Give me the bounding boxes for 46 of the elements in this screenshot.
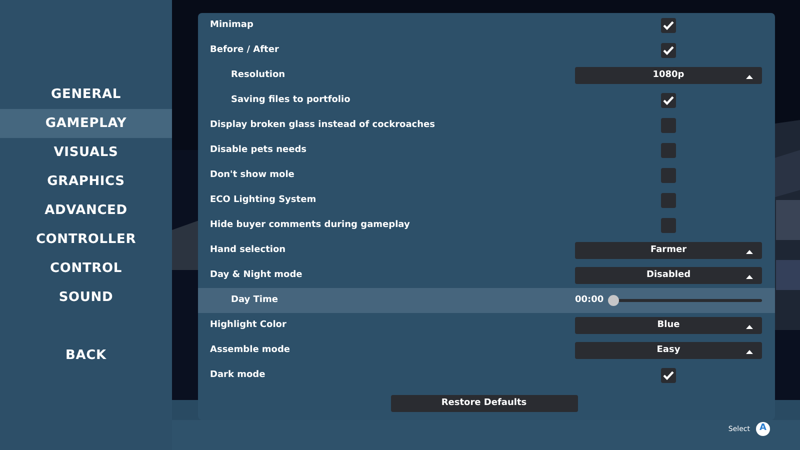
checkbox[interactable] [661, 193, 676, 208]
setting-label: Assemble mode [209, 344, 290, 357]
checkbox[interactable] [661, 143, 676, 158]
checkbox[interactable] [661, 368, 676, 383]
menu-tab[interactable]: SOUND [0, 283, 172, 312]
setting-label: Resolution [230, 68, 286, 82]
dropdown[interactable]: 1080p [575, 67, 762, 84]
setting-label: Disable pets needs [209, 144, 307, 157]
checkbox[interactable] [661, 118, 676, 133]
setting-label: Before / After [209, 44, 279, 57]
menu-tab[interactable]: GENERAL [0, 80, 172, 109]
restore-defaults-button[interactable]: Restore Defaults [390, 395, 578, 412]
dropdown[interactable]: Easy [575, 342, 762, 359]
caret-icon [746, 75, 753, 79]
slider-thumb[interactable] [608, 295, 619, 306]
dropdown[interactable]: Blue [575, 317, 762, 334]
setting-label: Saving files to portfolio [230, 94, 350, 107]
setting-label: Hide buyer comments during gameplay [209, 218, 410, 232]
back-button[interactable]: BACK [0, 341, 172, 370]
dropdown[interactable]: Disabled [575, 267, 762, 284]
dropdown[interactable]: Farmer [575, 242, 762, 259]
checkbox[interactable] [661, 18, 676, 33]
setting-label: Minimap [209, 18, 254, 32]
setting-label: Highlight Color [209, 318, 286, 332]
time-value: 00:00 [575, 294, 605, 307]
setting-label: Day & Night mode [209, 268, 302, 282]
setting-label: Hand selection [209, 244, 286, 257]
checkbox[interactable] [661, 43, 676, 58]
caret-icon [746, 275, 753, 279]
caret-icon [746, 325, 753, 329]
menu-tab[interactable]: GRAPHICS [0, 167, 172, 196]
setting-label: ECO Lighting System [209, 194, 316, 207]
menu-tab[interactable]: VISUALS [0, 138, 172, 167]
setting-label: Display broken glass instead of cockroaches [209, 118, 436, 132]
setting-label: Don't show mole [209, 168, 294, 182]
menu-tab[interactable]: GAMEPLAY [0, 109, 172, 138]
caret-icon [746, 250, 753, 254]
setting-label: Day Time [230, 294, 278, 307]
menu-tab[interactable]: CONTROLLER [0, 225, 172, 254]
checkbox[interactable] [661, 93, 676, 108]
menu-tab[interactable]: CONTROL [0, 254, 172, 283]
setting-label: Dark mode [209, 368, 266, 382]
checkbox[interactable] [661, 168, 676, 183]
menu-tab[interactable]: ADVANCED [0, 196, 172, 225]
checkbox[interactable] [661, 218, 676, 233]
caret-icon [746, 350, 753, 354]
